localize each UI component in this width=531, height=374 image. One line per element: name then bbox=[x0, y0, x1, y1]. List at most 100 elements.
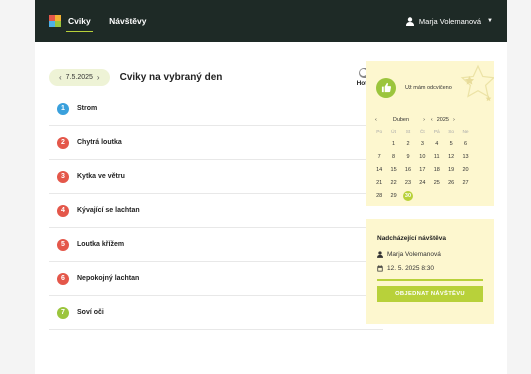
calendar-day-label: 14 bbox=[376, 166, 383, 173]
calendar-day-label: 11 bbox=[433, 153, 440, 160]
calendar-day[interactable]: 16 bbox=[401, 163, 415, 176]
calendar-day-label: 23 bbox=[404, 179, 412, 186]
prev-day-button[interactable]: ‹ bbox=[59, 73, 62, 82]
calendar-year[interactable]: 2025 bbox=[437, 117, 449, 123]
calendar-day[interactable]: 8 bbox=[386, 150, 400, 163]
exercise-name: Kytka ve větru bbox=[77, 173, 125, 180]
user-menu[interactable]: Marja Volemanová ▼ bbox=[405, 16, 493, 26]
exercise-number-badge: 7 bbox=[57, 306, 69, 319]
calendar-day[interactable]: 9 bbox=[401, 150, 415, 163]
book-visit-button[interactable]: OBJEDNAT NÁVŠTĚVU bbox=[377, 285, 483, 302]
user-name: Marja Volemanová bbox=[418, 16, 482, 26]
calendar-icon bbox=[377, 265, 383, 272]
calendar-day-label: 16 bbox=[404, 166, 412, 173]
exercise-item[interactable]: 5 Loutka křížem bbox=[49, 228, 383, 262]
calendar-day[interactable]: 30 bbox=[401, 189, 415, 202]
exercise-item[interactable]: 6 Nepokojný lachtan bbox=[49, 262, 383, 296]
calendar-day[interactable]: 21 bbox=[372, 176, 386, 189]
selected-date: 7.5.2025 bbox=[65, 73, 93, 81]
calendar-day[interactable]: 22 bbox=[386, 176, 400, 189]
exercise-name: Nepokojný lachtan bbox=[77, 275, 140, 282]
calendar-next-month[interactable]: › bbox=[423, 117, 425, 123]
calendar-day[interactable]: 1 bbox=[386, 137, 400, 150]
calendar-day[interactable]: 7 bbox=[372, 150, 386, 163]
content-card: ‹ 7.5.2025 › Cviky na vybraný den Hotovo… bbox=[35, 42, 507, 374]
exercise-item[interactable]: 4 Kývající se lachtan bbox=[49, 194, 383, 228]
calendar-day[interactable]: 6 bbox=[458, 137, 472, 150]
done-text: Už mám odcvičeno bbox=[405, 84, 452, 91]
calendar-header: ‹ Duben › ‹ 2025 › bbox=[372, 115, 488, 125]
calendar-day-label: 8 bbox=[392, 153, 396, 160]
app-logo[interactable] bbox=[49, 15, 61, 27]
user-icon bbox=[405, 16, 414, 26]
exercise-number-badge: 2 bbox=[57, 136, 69, 149]
calendar-day[interactable]: 13 bbox=[458, 150, 472, 163]
exercise-item[interactable]: 1 Strom bbox=[49, 92, 383, 126]
calendar-day-label: 26 bbox=[448, 179, 455, 186]
calendar-day-label: 13 bbox=[462, 153, 469, 160]
calendar-day[interactable]: 20 bbox=[458, 163, 472, 176]
sidebar: Už mám odcvičeno ‹ Duben › ‹ 2025 › Po Út… bbox=[366, 61, 494, 324]
calendar-day[interactable]: 24 bbox=[415, 176, 429, 189]
calendar-day[interactable]: 12 bbox=[444, 150, 458, 163]
calendar-day[interactable]: 10 bbox=[415, 150, 429, 163]
calendar-day[interactable]: 23 bbox=[401, 176, 415, 189]
calendar-day[interactable]: 14 bbox=[372, 163, 386, 176]
calendar-day-label: 25 bbox=[433, 179, 440, 186]
calendar-day[interactable]: 28 bbox=[372, 189, 386, 202]
top-navigation-bar: Cviky Návštěvy Marja Volemanová ▼ bbox=[35, 0, 507, 42]
calendar-day[interactable]: 18 bbox=[430, 163, 444, 176]
calendar-prev-year[interactable]: ‹ bbox=[431, 117, 433, 123]
chevron-down-icon: ▼ bbox=[487, 18, 493, 24]
calendar-day-label: 3 bbox=[420, 140, 424, 147]
calendar-day[interactable]: 26 bbox=[444, 176, 458, 189]
calendar-weekday: So bbox=[448, 130, 455, 135]
star-small-icon bbox=[485, 95, 492, 102]
calendar-month[interactable]: Duben bbox=[393, 117, 409, 123]
calendar-day[interactable]: 25 bbox=[430, 176, 444, 189]
calendar-day[interactable]: 3 bbox=[415, 137, 429, 150]
exercise-item[interactable]: 7 Soví oči bbox=[49, 296, 383, 330]
calendar-day-label: 2 bbox=[406, 140, 410, 147]
calendar-empty-cell bbox=[372, 137, 386, 150]
calendar-day-label: 21 bbox=[376, 179, 383, 186]
calendar-day-label: 1 bbox=[392, 140, 396, 147]
calendar-prev-month[interactable]: ‹ bbox=[375, 117, 377, 123]
calendar-weekday: St bbox=[405, 130, 411, 135]
exercise-name: Soví oči bbox=[77, 309, 104, 316]
calendar-day-label: 17 bbox=[419, 166, 426, 173]
calendar-day[interactable]: 29 bbox=[386, 189, 400, 202]
calendar-day-label: 22 bbox=[390, 179, 397, 186]
calendar-day[interactable]: 2 bbox=[401, 137, 415, 150]
next-day-button[interactable]: › bbox=[97, 73, 100, 82]
calendar-day[interactable]: 11 bbox=[430, 150, 444, 163]
calendar-day-label: 19 bbox=[448, 166, 455, 173]
nav-item-cviky[interactable]: Cviky bbox=[66, 10, 93, 32]
calendar-day[interactable]: 15 bbox=[386, 163, 400, 176]
exercise-name: Kývající se lachtan bbox=[77, 207, 140, 214]
calendar-next-year[interactable]: › bbox=[453, 117, 455, 123]
page-title: Cviky na vybraný den bbox=[119, 71, 223, 83]
main-nav: Cviky Návštěvy bbox=[66, 10, 160, 32]
calendar-day[interactable]: 4 bbox=[430, 137, 444, 150]
calendar-weekday: Po bbox=[376, 130, 383, 135]
exercise-number-badge: 5 bbox=[57, 238, 69, 251]
calendar-day[interactable]: 17 bbox=[415, 163, 429, 176]
calendar-day-label: 5 bbox=[449, 140, 453, 147]
calendar-day-label: 7 bbox=[377, 153, 381, 160]
calendar-day-label: 27 bbox=[462, 179, 469, 186]
visit-person-row: Marja Volemanová bbox=[377, 251, 483, 258]
exercise-item[interactable]: 3 Kytka ve větru bbox=[49, 160, 383, 194]
calendar-day[interactable]: 27 bbox=[458, 176, 472, 189]
thumbs-up-icon bbox=[376, 77, 396, 98]
exercise-number-badge: 6 bbox=[57, 272, 69, 285]
calendar-day-label: 18 bbox=[433, 166, 440, 173]
exercise-number-badge: 4 bbox=[57, 204, 69, 217]
calendar-day[interactable]: 19 bbox=[444, 163, 458, 176]
calendar-day-label: 28 bbox=[376, 192, 383, 199]
nav-item-navstevy[interactable]: Návštěvy bbox=[109, 10, 146, 32]
exercise-item[interactable]: 2 Chytrá loutka bbox=[49, 126, 383, 160]
calendar-day[interactable]: 5 bbox=[444, 137, 458, 150]
done-calendar-panel: Už mám odcvičeno ‹ Duben › ‹ 2025 › Po Út… bbox=[366, 61, 494, 206]
day-header: ‹ 7.5.2025 › Cviky na vybraný den Hotovo bbox=[49, 62, 383, 92]
